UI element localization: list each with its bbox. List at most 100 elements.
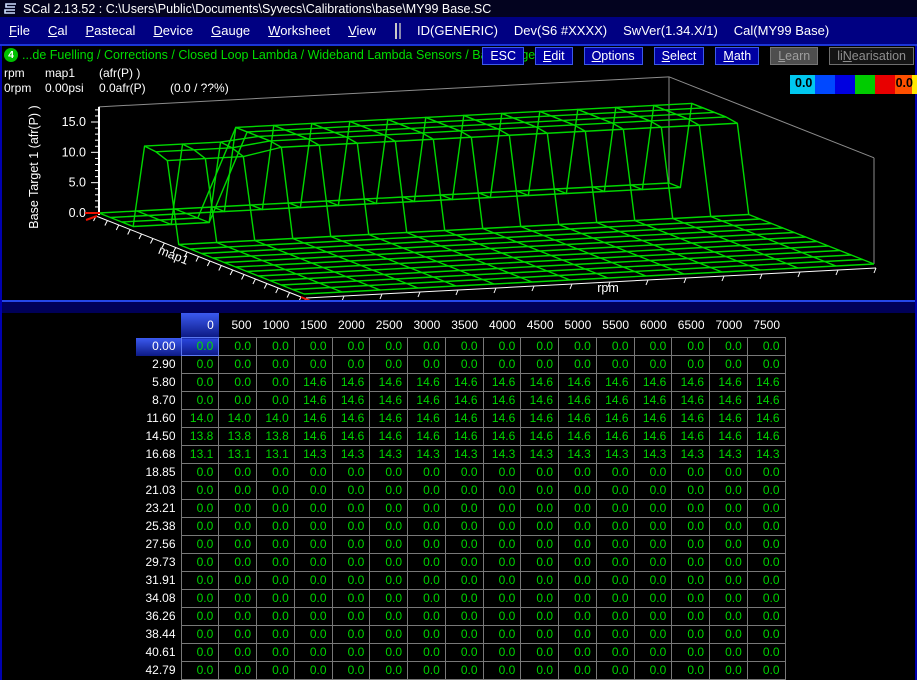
table-cell[interactable]: 14.6	[332, 392, 370, 410]
table-cell[interactable]: 0.0	[257, 590, 295, 608]
table-cell[interactable]: 14.6	[596, 428, 634, 446]
table-cell[interactable]: 0.0	[559, 500, 597, 518]
table-cell[interactable]: 0.0	[747, 518, 785, 536]
table-cell[interactable]: 14.6	[634, 428, 672, 446]
table-cell[interactable]: 0.0	[181, 518, 219, 536]
table-cell[interactable]: 0.0	[747, 500, 785, 518]
table-cell[interactable]: 0.0	[332, 608, 370, 626]
table-cell[interactable]: 0.0	[332, 338, 370, 356]
table-cell[interactable]: 0.0	[181, 374, 219, 392]
table-cell[interactable]: 0.0	[710, 608, 748, 626]
breadcrumb[interactable]: ...de Fuelling / Corrections / Closed Lo…	[22, 48, 549, 62]
table-cell[interactable]: 0.0	[483, 590, 521, 608]
table-cell[interactable]: 0.0	[219, 464, 257, 482]
table-cell[interactable]: 14.6	[710, 410, 748, 428]
pane-divider[interactable]	[0, 300, 917, 313]
row-header[interactable]: 23.21	[136, 500, 181, 518]
row-header[interactable]: 27.56	[136, 536, 181, 554]
table-cell[interactable]: 0.0	[408, 662, 446, 680]
table-cell[interactable]: 0.0	[370, 662, 408, 680]
table-cell[interactable]: 0.0	[332, 644, 370, 662]
table-cell[interactable]: 0.0	[408, 626, 446, 644]
col-header[interactable]: 4500	[521, 313, 559, 338]
table-cell[interactable]: 14.6	[445, 374, 483, 392]
row-header[interactable]: 34.08	[136, 590, 181, 608]
table-cell[interactable]: 14.6	[747, 374, 785, 392]
table-cell[interactable]: 0.0	[181, 626, 219, 644]
table-cell[interactable]: 0.0	[596, 590, 634, 608]
table-cell[interactable]: 0.0	[747, 590, 785, 608]
table-cell[interactable]: 0.0	[710, 554, 748, 572]
table-cell[interactable]: 0.0	[521, 356, 559, 374]
table-cell[interactable]: 0.0	[710, 644, 748, 662]
table-cell[interactable]: 0.0	[181, 554, 219, 572]
table-cell[interactable]: 0.0	[332, 464, 370, 482]
table-cell[interactable]: 14.0	[257, 410, 295, 428]
table-cell[interactable]: 0.0	[219, 338, 257, 356]
table-cell[interactable]: 0.0	[483, 464, 521, 482]
row-header[interactable]: 40.61	[136, 644, 181, 662]
table-cell[interactable]: 0.0	[257, 464, 295, 482]
table-cell[interactable]: 13.8	[181, 428, 219, 446]
table-cell[interactable]: 0.0	[219, 374, 257, 392]
table-cell[interactable]: 0.0	[672, 536, 710, 554]
table-cell[interactable]: 0.0	[559, 338, 597, 356]
table-cell[interactable]: 0.0	[747, 482, 785, 500]
col-header[interactable]: 1000	[257, 313, 295, 338]
table-cell[interactable]: 0.0	[257, 356, 295, 374]
table-cell[interactable]: 0.0	[445, 662, 483, 680]
table-cell[interactable]: 14.3	[747, 446, 785, 464]
table-cell[interactable]: 0.0	[672, 482, 710, 500]
table-cell[interactable]: 0.0	[747, 626, 785, 644]
table-cell[interactable]: 0.0	[483, 644, 521, 662]
col-header[interactable]: 7500	[747, 313, 785, 338]
table-cell[interactable]: 0.0	[257, 374, 295, 392]
table-cell[interactable]: 0.0	[559, 626, 597, 644]
table-cell[interactable]: 14.6	[445, 410, 483, 428]
table-cell[interactable]: 0.0	[596, 554, 634, 572]
table-cell[interactable]: 14.3	[596, 446, 634, 464]
table-cell[interactable]: 0.0	[294, 662, 332, 680]
options-button[interactable]: Options	[584, 47, 643, 65]
table-cell[interactable]: 14.6	[521, 428, 559, 446]
table-cell[interactable]: 0.0	[483, 482, 521, 500]
table-cell[interactable]: 0.0	[521, 590, 559, 608]
table-cell[interactable]: 0.0	[483, 662, 521, 680]
table-cell[interactable]: 14.6	[672, 374, 710, 392]
table-cell[interactable]: 0.0	[370, 464, 408, 482]
table-cell[interactable]: 14.6	[408, 410, 446, 428]
table-cell[interactable]: 0.0	[521, 608, 559, 626]
table-cell[interactable]: 14.6	[672, 410, 710, 428]
table-cell[interactable]: 14.6	[634, 374, 672, 392]
row-header[interactable]: 5.80	[136, 374, 181, 392]
table-cell[interactable]: 0.0	[332, 554, 370, 572]
table-cell[interactable]: 0.0	[521, 662, 559, 680]
table-cell[interactable]: 0.0	[332, 590, 370, 608]
table-cell[interactable]: 0.0	[408, 500, 446, 518]
table-cell[interactable]: 0.0	[294, 536, 332, 554]
table-cell[interactable]: 0.0	[219, 500, 257, 518]
table-cell[interactable]: 0.0	[747, 662, 785, 680]
table-cell[interactable]: 14.6	[483, 428, 521, 446]
menu-pastecal[interactable]: Pastecal	[76, 23, 144, 38]
col-header[interactable]: 0	[181, 313, 219, 338]
table-cell[interactable]: 0.0	[634, 590, 672, 608]
table-cell[interactable]: 0.0	[219, 626, 257, 644]
table-cell[interactable]: 0.0	[257, 554, 295, 572]
table-cell[interactable]: 14.3	[294, 446, 332, 464]
table-cell[interactable]: 0.0	[332, 482, 370, 500]
table-cell[interactable]: 0.0	[370, 626, 408, 644]
row-header[interactable]: 38.44	[136, 626, 181, 644]
table-cell[interactable]: 13.8	[219, 428, 257, 446]
table-cell[interactable]: 14.6	[710, 428, 748, 446]
table-cell[interactable]: 0.0	[747, 608, 785, 626]
col-header[interactable]: 5500	[596, 313, 634, 338]
table-cell[interactable]: 0.0	[257, 662, 295, 680]
table-cell[interactable]: 0.0	[370, 500, 408, 518]
table-cell[interactable]: 0.0	[596, 482, 634, 500]
table-cell[interactable]: 14.6	[596, 374, 634, 392]
row-header[interactable]: 18.85	[136, 464, 181, 482]
table-cell[interactable]: 0.0	[332, 572, 370, 590]
table-cell[interactable]: 14.6	[408, 374, 446, 392]
table-cell[interactable]: 0.0	[294, 608, 332, 626]
